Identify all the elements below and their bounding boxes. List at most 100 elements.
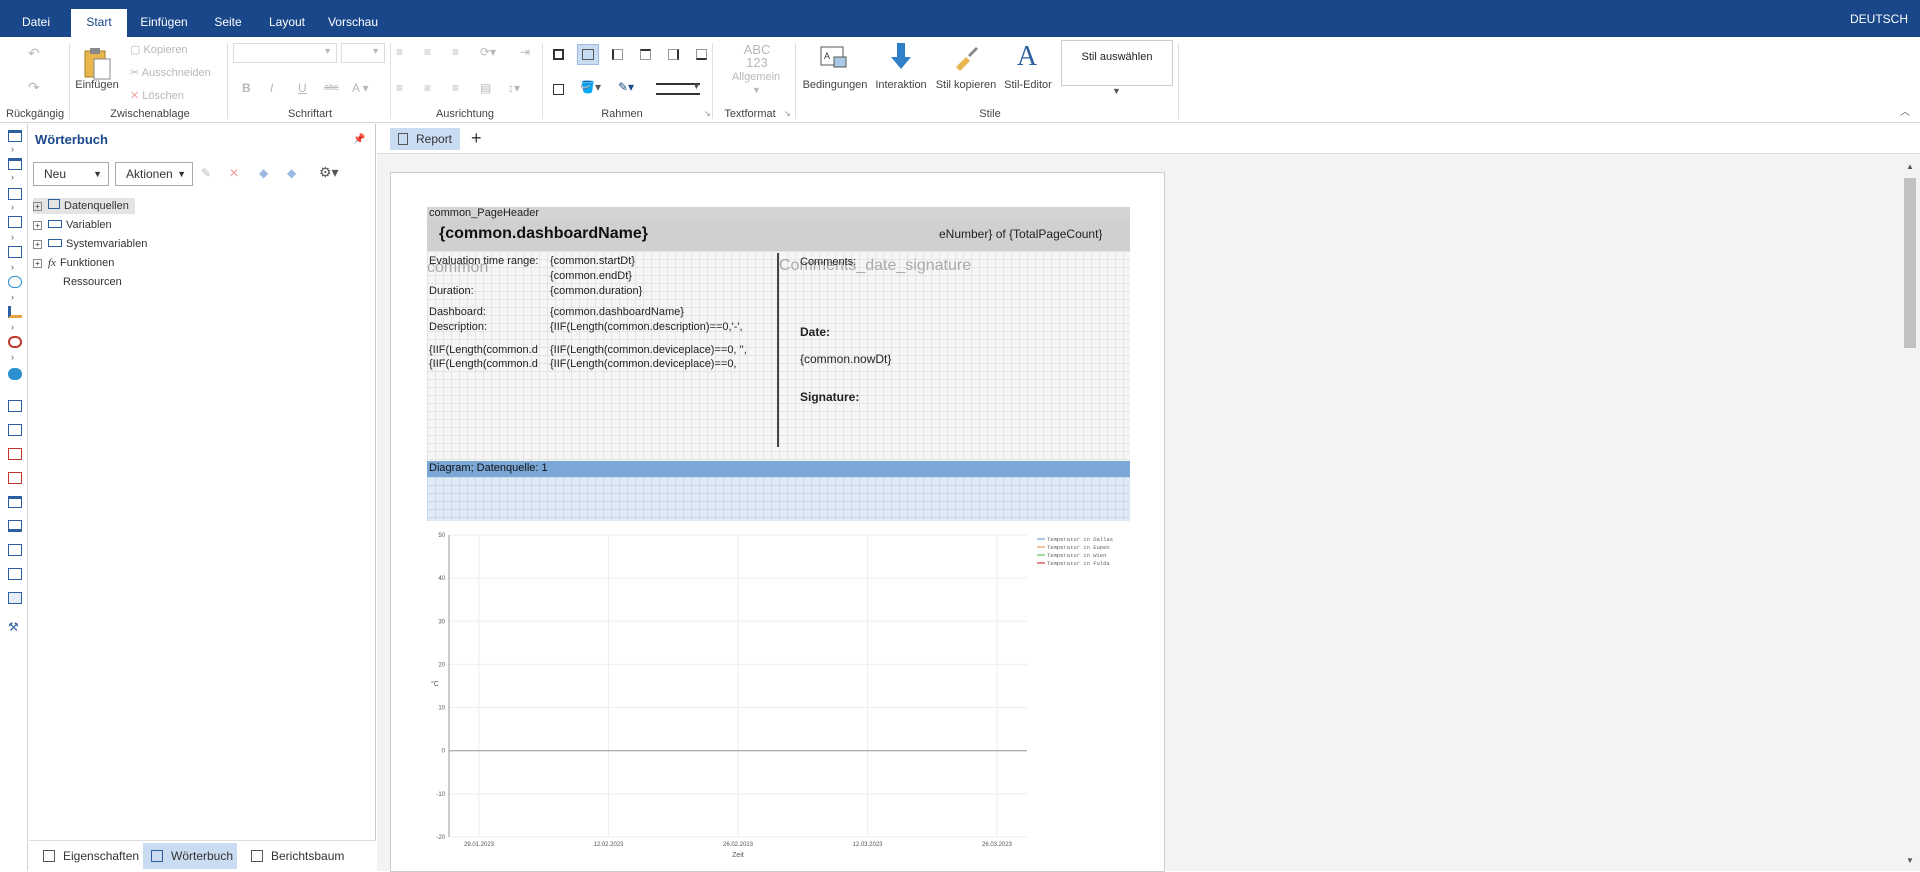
expand-icon[interactable]: +: [33, 240, 42, 249]
field-deviceplace-label[interactable]: {IIF(Length(common.d: [429, 344, 547, 356]
rotate-icon[interactable]: ⟳▾: [480, 45, 496, 59]
expand-icon[interactable]: +: [33, 202, 42, 211]
line-spacing-icon[interactable]: ↕▾: [508, 81, 520, 95]
delete-button[interactable]: ✕ Löschen: [130, 89, 184, 102]
shapes-icon[interactable]: [8, 276, 22, 288]
label-comments[interactable]: Comments:: [800, 256, 856, 268]
label-signature[interactable]: Signature:: [800, 390, 859, 404]
cut-button[interactable]: ✂ Ausschneiden: [130, 66, 211, 79]
strikethrough-icon[interactable]: abc: [324, 82, 339, 92]
field-now-dt[interactable]: {common.nowDt}: [800, 352, 891, 366]
page-header-content[interactable]: {common.dashboardName} eNumber} of {Tota…: [427, 219, 1130, 251]
gauge-icon[interactable]: [8, 336, 22, 348]
panel-icon[interactable]: [8, 496, 22, 508]
text-icon[interactable]: [8, 400, 22, 412]
align-right-icon[interactable]: ≡: [452, 81, 459, 95]
undo-icon[interactable]: ↶: [28, 45, 40, 62]
move-down-icon[interactable]: ◆: [287, 166, 296, 180]
vertical-scrollbar[interactable]: ▲ ▼: [1900, 160, 1920, 871]
picture-icon[interactable]: [8, 592, 22, 604]
italic-icon[interactable]: I: [270, 81, 273, 95]
field-duration[interactable]: {common.duration}: [550, 285, 760, 297]
report-title-icon[interactable]: [8, 158, 22, 170]
cross-band-icon[interactable]: [8, 246, 22, 258]
align-bottom-icon[interactable]: ≡: [452, 45, 459, 59]
field-deviceplace[interactable]: {IIF(Length(common.deviceplace)==0, '',: [550, 344, 760, 356]
zip-code-icon[interactable]: [8, 568, 22, 580]
border-left-icon[interactable]: [612, 49, 623, 60]
font-family-select[interactable]: ▼: [233, 43, 337, 63]
dashboard-name-field[interactable]: {common.dashboardName}: [439, 225, 648, 243]
page-header-icon[interactable]: [8, 130, 22, 142]
delete-icon[interactable]: ✕: [229, 166, 239, 180]
chevron-down-icon[interactable]: ▼: [752, 85, 761, 95]
tab-woerterbuch[interactable]: Wörterbuch: [143, 843, 237, 869]
scrollbar-thumb[interactable]: [1904, 178, 1916, 348]
border-none-icon[interactable]: [577, 44, 599, 65]
wrap-icon[interactable]: ⇥: [520, 45, 530, 59]
select-style-dropdown[interactable]: Stil auswählen: [1061, 40, 1173, 86]
tree-item-funktionen[interactable]: + fx Funktionen: [33, 255, 114, 271]
map-icon[interactable]: [8, 368, 22, 380]
border-all-icon[interactable]: [553, 49, 564, 60]
chevron-right-icon[interactable]: ›: [11, 144, 19, 156]
redo-icon[interactable]: ↷: [28, 79, 40, 96]
label-description[interactable]: Description:: [429, 321, 549, 333]
field-description[interactable]: {IIF(Length(common.description)==0,'-',: [550, 321, 760, 333]
tab-einfuegen[interactable]: Einfügen: [136, 0, 192, 37]
textformat-button[interactable]: Allgemein: [728, 71, 784, 83]
style-editor-button[interactable]: Stil-Editor: [1000, 79, 1056, 91]
pin-icon[interactable]: 📌: [353, 134, 365, 145]
font-color-icon[interactable]: A ▾: [352, 81, 369, 95]
table-icon[interactable]: [8, 424, 22, 436]
border-box-icon[interactable]: [553, 84, 564, 95]
data-band-icon[interactable]: [8, 216, 22, 228]
chevron-right-icon[interactable]: ›: [11, 292, 19, 304]
dialog-launcher-icon[interactable]: ↘: [784, 109, 791, 118]
chevron-right-icon[interactable]: ›: [11, 172, 19, 184]
page-number-field[interactable]: eNumber} of {TotalPageCount}: [939, 227, 1102, 241]
field-deviceplace[interactable]: {IIF(Length(common.deviceplace)==0,: [550, 358, 760, 370]
tree-item-systemvariablen[interactable]: + Systemvariablen: [33, 236, 147, 252]
move-up-icon[interactable]: ◆: [259, 166, 268, 180]
scroll-down-icon[interactable]: ▼: [1906, 856, 1914, 865]
temperature-chart[interactable]: 50403020100-10-2029.01.2023 12.02.2023 26.…: [427, 525, 1130, 872]
label-duration[interactable]: Duration:: [429, 285, 549, 297]
image-icon[interactable]: [8, 472, 22, 484]
chevron-right-icon[interactable]: ›: [11, 202, 19, 214]
tab-datei[interactable]: Datei: [12, 0, 60, 37]
settings-icon[interactable]: ⚙▾: [319, 164, 339, 181]
common-band[interactable]: common Comments_date_signature Evaluatio…: [427, 251, 1130, 461]
tab-start[interactable]: Start: [71, 9, 127, 37]
field-dashboard[interactable]: {common.dashboardName}: [550, 306, 760, 318]
edit-icon[interactable]: ✎: [201, 166, 211, 180]
border-bottom-icon[interactable]: [696, 49, 707, 60]
border-color-icon[interactable]: ✎▾: [618, 80, 634, 94]
chevron-right-icon[interactable]: ›: [11, 232, 19, 244]
footer-icon[interactable]: [8, 520, 22, 532]
label-date[interactable]: Date:: [800, 325, 830, 339]
field-deviceplace-label[interactable]: {IIF(Length(common.d: [429, 358, 547, 370]
label-evaluation[interactable]: Evaluation time range:: [429, 255, 549, 267]
diagram-band[interactable]: [427, 477, 1130, 521]
tab-seite[interactable]: Seite: [206, 0, 250, 37]
underline-icon[interactable]: U: [298, 81, 307, 95]
align-left-icon[interactable]: ≡: [396, 81, 403, 95]
expand-icon[interactable]: +: [33, 259, 42, 268]
tree-item-variablen[interactable]: + Variablen: [33, 217, 112, 233]
tree-item-datenquellen[interactable]: + Datenquellen: [33, 198, 135, 214]
align-center-icon[interactable]: ≡: [424, 81, 431, 95]
copy-button[interactable]: ▢ Kopieren: [130, 43, 188, 56]
align-middle-icon[interactable]: ≡: [424, 45, 431, 59]
page-header-band[interactable]: common_PageHeader: [427, 207, 1130, 219]
label-dashboard[interactable]: Dashboard:: [429, 306, 549, 318]
actions-button[interactable]: Aktionen ▼: [115, 162, 193, 186]
diagram-band-header[interactable]: Diagram; Datenquelle: 1: [427, 461, 1130, 477]
tab-layout[interactable]: Layout: [262, 0, 312, 37]
border-top-icon[interactable]: [640, 49, 651, 60]
font-size-select[interactable]: ▼: [341, 43, 385, 63]
language-selector[interactable]: DEUTSCH: [1850, 12, 1908, 26]
paste-button[interactable]: Einfügen: [74, 79, 120, 91]
collapse-ribbon-icon[interactable]: ︿: [1900, 103, 1910, 118]
conditions-button[interactable]: Bedingungen: [800, 79, 870, 91]
